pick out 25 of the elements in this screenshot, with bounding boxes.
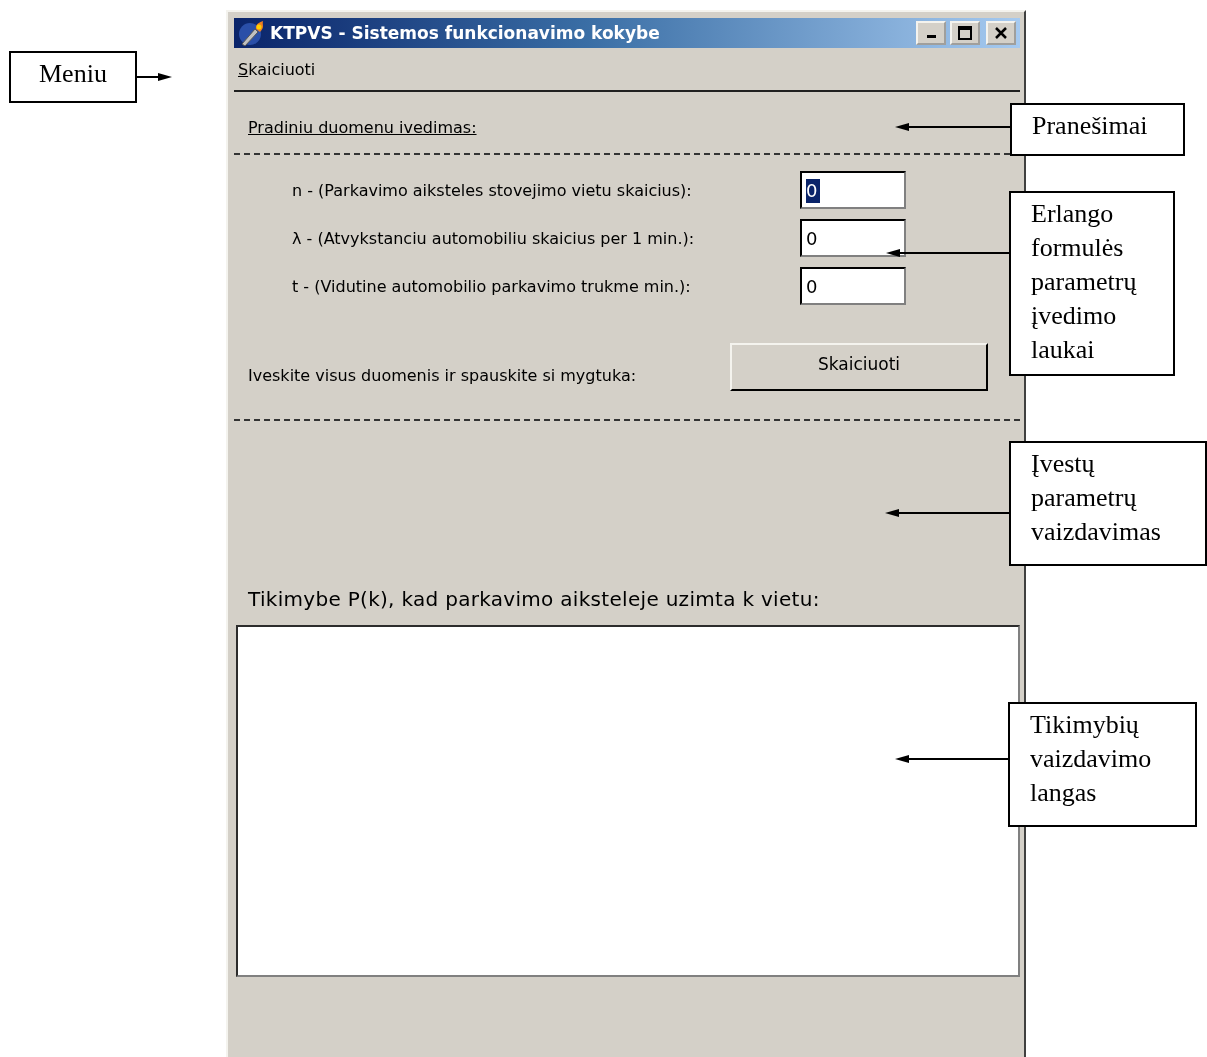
maximize-icon xyxy=(958,26,972,40)
input-field[interactable]: 0 xyxy=(800,219,906,257)
callout-label: Tikimybių vaizdavimo langas xyxy=(1008,702,1197,827)
input-field[interactable]: 0 xyxy=(800,267,906,305)
callout-label: Pranešimai xyxy=(1010,103,1185,156)
calculate-button[interactable]: Skaiciuoti xyxy=(730,343,988,391)
close-button[interactable] xyxy=(986,21,1016,45)
pointer-arrow xyxy=(137,72,172,82)
field-label: n - (Parkavimo aiksteles stovejimo vietu skaicius): xyxy=(291,180,693,200)
prompt-text: Iveskite visus duomenis ir spauskite si mygtuka: xyxy=(248,366,638,387)
probability-label: Tikimybe P(k), kad parkavimo aiksteleje uzimta k vietu: xyxy=(248,587,821,611)
maximize-button[interactable] xyxy=(950,21,980,45)
input-field[interactable]: 0 xyxy=(800,171,906,209)
window-title: KTPVS - Sistemos funkcionavimo kokybe xyxy=(270,23,661,43)
callout-label: Įvestų parametrų vaizdavimas xyxy=(1009,441,1207,566)
field-label: t - (Vidutine automobilio parkavimo trukme min.): xyxy=(291,276,692,296)
section-heading: Pradiniu duomenu ivedimas: xyxy=(248,118,477,137)
field-label: λ - (Atvykstanciu automobiliu skaicius per 1 min.): xyxy=(291,228,696,248)
minimize-button[interactable] xyxy=(916,21,946,45)
close-icon xyxy=(994,27,1008,39)
callout-label: Erlango formulės parametrų įvedimo laukai xyxy=(1009,191,1175,376)
menu-item[interactable]: Skaiciuoti xyxy=(238,59,316,79)
torch-icon xyxy=(238,20,266,46)
minimize-icon xyxy=(926,35,936,38)
callout-label: Meniu xyxy=(9,51,137,103)
